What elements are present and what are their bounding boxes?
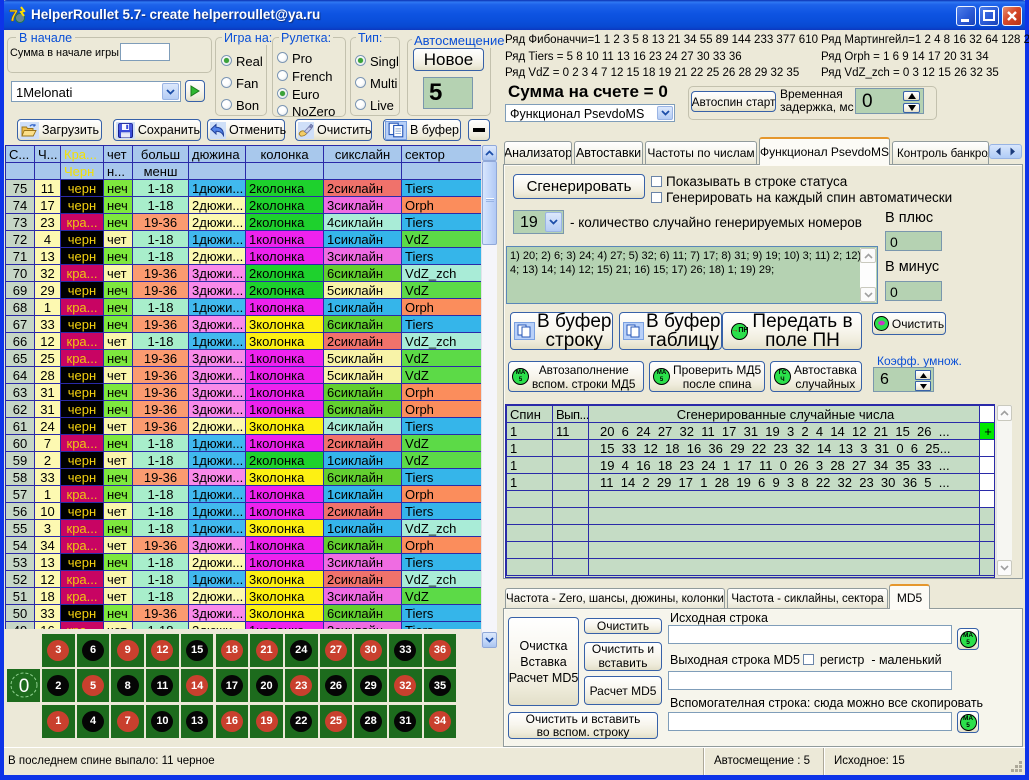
svg-text:0: 0 [18, 676, 29, 697]
